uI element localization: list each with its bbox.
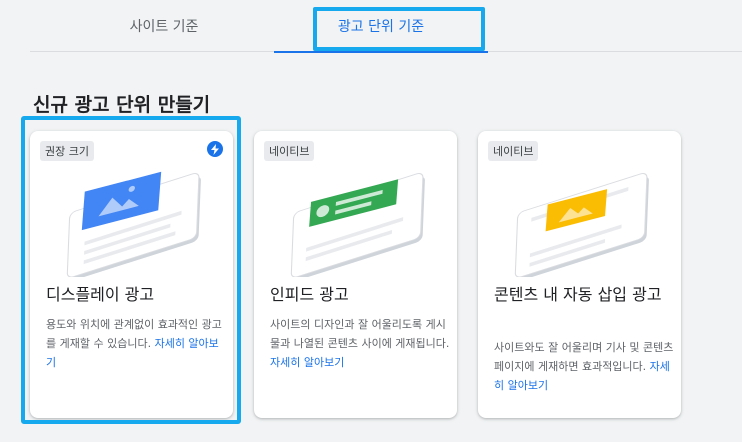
in-article-ad-illustration: [514, 173, 649, 277]
card-title: 콘텐츠 내 자동 삽입 광고: [494, 285, 662, 304]
in-feed-ad-card[interactable]: 네이티브 인피드 광고 사이트의 디자인과 잘 어울리도록 게시물과 나열된 콘…: [254, 131, 457, 418]
tab-ad-unit[interactable]: 광고 단위 기준: [274, 0, 488, 53]
recommended-size-chip: 권장 크기: [40, 141, 94, 161]
bolt-icon: [207, 141, 223, 157]
tab-bar: 사이트 기준 광고 단위 기준: [30, 0, 742, 53]
tab-site-label: 사이트 기준: [129, 19, 199, 35]
display-ad-illustration: [66, 171, 201, 277]
section-title: 신규 광고 단위 만들기: [33, 94, 211, 116]
card-title: 인피드 광고: [270, 285, 349, 304]
display-ad-card[interactable]: 권장 크기 디스플레이 광고 용도와 위치에 관계없이 효과적인 광고를 게재할…: [30, 131, 233, 418]
in-feed-ad-illustration: [290, 173, 425, 277]
tab-site[interactable]: 사이트 기준: [68, 0, 260, 52]
active-tab-indicator: [274, 51, 488, 53]
card-title: 디스플레이 광고: [46, 285, 155, 304]
card-description: 사이트의 디자인과 잘 어울리도록 게시물과 나열된 콘텐츠 사이에 게재됩니다…: [270, 315, 452, 372]
card-description-text: 사이트의 디자인과 잘 어울리도록 게시물과 나열된 콘텐츠 사이에 게재됩니다…: [270, 318, 450, 350]
tab-ad-unit-label: 광고 단위 기준: [337, 19, 425, 35]
native-chip: 네이티브: [488, 141, 539, 161]
learn-more-link[interactable]: 자세히 알아보기: [270, 356, 344, 369]
card-description: 용도와 위치에 관계없이 효과적인 광고를 게재할 수 있습니다. 자세히 알아…: [46, 315, 228, 372]
card-description: 사이트와도 잘 어울리며 기사 및 콘텐츠 페이지에 게재하면 효과적입니다. …: [494, 338, 676, 395]
in-article-ad-card[interactable]: 네이티브 콘텐츠 내 자동 삽입 광고 사이트와도 잘 어울리며 기사 및 콘텐…: [478, 131, 681, 418]
native-chip: 네이티브: [264, 141, 315, 161]
card-description-text: 사이트와도 잘 어울리며 기사 및 콘텐츠 페이지에 게재하면 효과적입니다.: [494, 341, 674, 373]
